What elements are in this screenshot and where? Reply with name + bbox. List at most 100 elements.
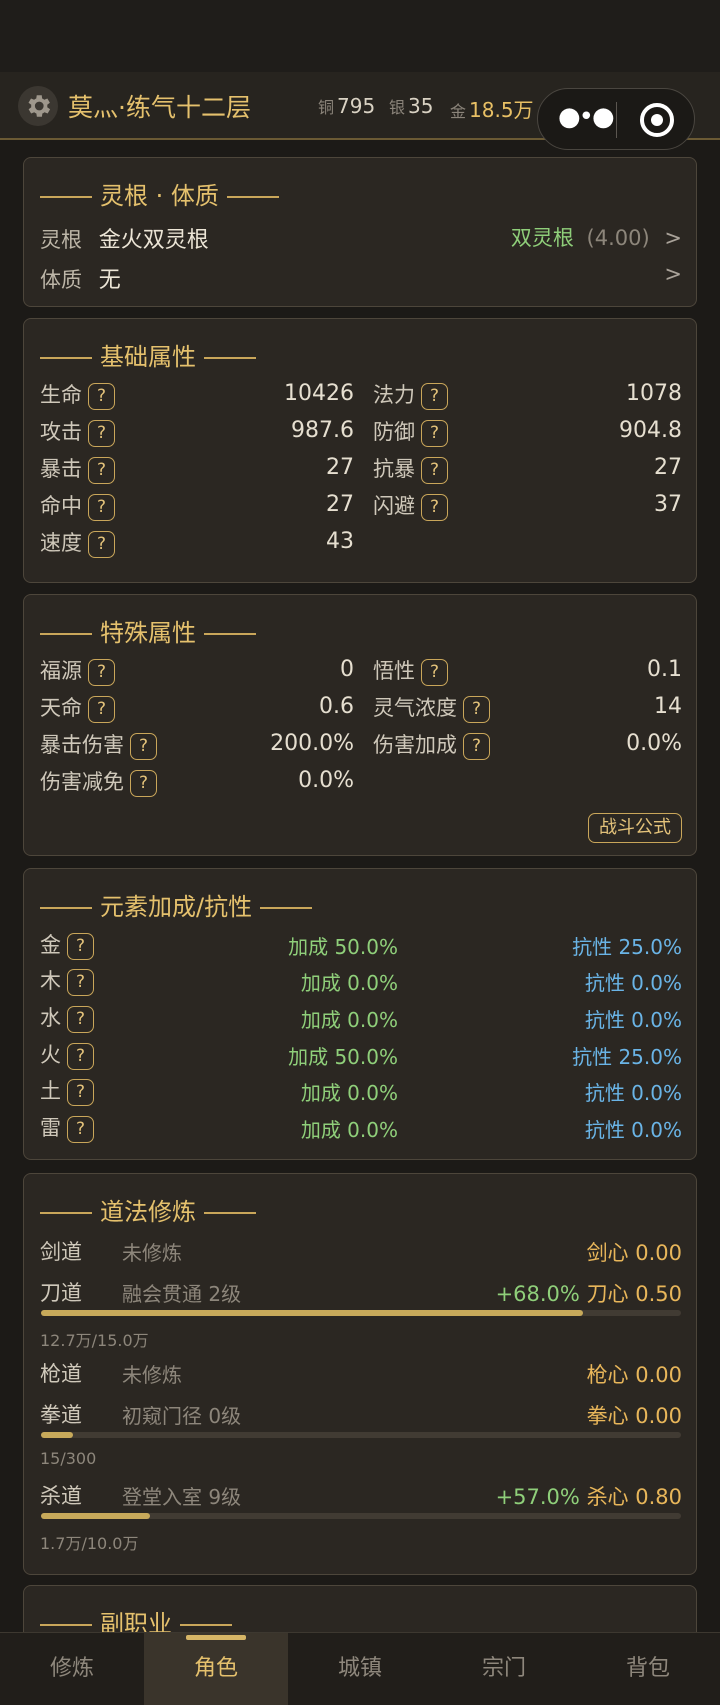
stat-value: 200.0% — [270, 731, 354, 756]
stat-value: 1078 — [626, 381, 682, 406]
dao-heart: +68.0% 刀心 0.50 — [495, 1282, 682, 1306]
root-row[interactable]: 灵根 金火双灵根 — [40, 222, 209, 254]
dao-sword: 剑道 — [40, 1240, 82, 1264]
stat-value: 27 — [326, 492, 354, 517]
stat-fortune: 福源? — [40, 655, 115, 686]
dao-heart: 枪心 0.00 — [586, 1363, 682, 1387]
root-grade[interactable]: 双灵根 (4.00) > — [511, 222, 682, 252]
help-icon[interactable]: ? — [88, 658, 115, 686]
element-resist: 抗性 25.0% — [572, 935, 682, 959]
stat-value: 37 — [654, 492, 682, 517]
help-icon[interactable]: ? — [88, 493, 115, 521]
help-icon[interactable]: ? — [67, 968, 94, 996]
battle-formula-button[interactable]: 战斗公式 — [588, 813, 682, 843]
element-resist: 抗性 0.0% — [584, 971, 682, 995]
special-attributes-card: 特殊属性 福源? 0 悟性? 0.1 天命? 0.6 灵气浓度? 14 暴击伤害… — [23, 594, 697, 856]
stat-mp: 法力? — [373, 379, 448, 410]
stat-crit-resist: 抗暴? — [373, 453, 448, 484]
stat-speed: 速度? — [40, 527, 115, 558]
help-icon[interactable]: ? — [88, 456, 115, 484]
dao-blade: 刀道 — [40, 1281, 82, 1305]
dao-level: 初窥门径 0级 — [122, 1404, 242, 1428]
help-icon[interactable]: ? — [130, 769, 157, 797]
stat-value: 43 — [326, 529, 354, 554]
stat-value: 10426 — [284, 381, 354, 406]
gear-icon[interactable] — [18, 86, 58, 126]
constitution-row[interactable]: 体质 无 — [40, 262, 121, 294]
tab-cultivate[interactable]: 修炼 — [0, 1633, 144, 1705]
help-icon[interactable]: ? — [421, 419, 448, 447]
stat-damage-bonus: 伤害加成? — [373, 729, 490, 760]
progress-text: 15/300 — [40, 1449, 97, 1468]
help-icon[interactable]: ? — [67, 1078, 94, 1106]
stat-damage-reduction: 伤害减免? — [40, 766, 157, 797]
dao-level: 未修炼 — [122, 1241, 182, 1265]
help-icon[interactable]: ? — [130, 732, 157, 760]
element-resist: 抗性 25.0% — [572, 1045, 682, 1069]
chevron-right-icon: > — [664, 226, 682, 250]
element-resist: 抗性 0.0% — [584, 1118, 682, 1142]
help-icon[interactable]: ? — [88, 382, 115, 410]
capsule-divider — [616, 102, 617, 138]
element-metal: 金? — [40, 929, 94, 960]
element-thunder: 雷? — [40, 1112, 94, 1143]
stat-dodge: 闪避? — [373, 490, 448, 521]
miniprogram-capsule: ●•● — [537, 88, 695, 150]
help-icon[interactable]: ? — [421, 382, 448, 410]
element-bonus: 加成 0.0% — [300, 971, 398, 995]
dao-heart: 拳心 0.00 — [586, 1404, 682, 1428]
dao-cultivation-card: 道法修炼 剑道 未修炼 剑心 0.00 刀道 融会贯通 2级 +68.0% 刀心… — [23, 1173, 697, 1575]
help-icon[interactable]: ? — [67, 1115, 94, 1143]
element-bonus: 加成 0.0% — [300, 1008, 398, 1032]
stat-defense: 防御? — [373, 416, 448, 447]
help-icon[interactable]: ? — [67, 932, 94, 960]
help-icon[interactable]: ? — [88, 695, 115, 723]
stat-hp: 生命? — [40, 379, 115, 410]
close-circle-icon[interactable] — [640, 103, 674, 137]
element-bonus: 加成 0.0% — [300, 1081, 398, 1105]
currency-copper: 铜 795 — [318, 94, 376, 118]
help-icon[interactable]: ? — [463, 732, 490, 760]
card-title: 特殊属性 — [40, 613, 264, 648]
element-resist: 抗性 0.0% — [584, 1008, 682, 1032]
tab-bag[interactable]: 背包 — [576, 1633, 720, 1705]
stat-value: 0.1 — [647, 657, 682, 682]
stat-crit-damage: 暴击伤害? — [40, 729, 157, 760]
card-title: 道法修炼 — [40, 1192, 264, 1227]
help-icon[interactable]: ? — [88, 530, 115, 558]
help-icon[interactable]: ? — [88, 419, 115, 447]
more-icon[interactable]: ●•● — [558, 103, 615, 131]
card-title: 灵根 · 体质 — [40, 176, 287, 211]
tab-character[interactable]: 角色 — [144, 1633, 288, 1705]
chevron-right-icon[interactable]: > — [664, 262, 682, 286]
stat-value: 0 — [340, 657, 354, 682]
stat-value: 987.6 — [291, 418, 354, 443]
help-icon[interactable]: ? — [421, 493, 448, 521]
element-bonus: 加成 50.0% — [288, 935, 398, 959]
element-water: 水? — [40, 1002, 94, 1033]
help-icon[interactable]: ? — [67, 1042, 94, 1070]
dao-spear: 枪道 — [40, 1362, 82, 1386]
help-icon[interactable]: ? — [463, 695, 490, 723]
help-icon[interactable]: ? — [421, 456, 448, 484]
dao-fist: 拳道 — [40, 1403, 82, 1427]
element-card: 元素加成/抗性 金? 加成 50.0% 抗性 25.0% 木? 加成 0.0% … — [23, 868, 697, 1160]
tab-town[interactable]: 城镇 — [288, 1633, 432, 1705]
progress-bar — [41, 1432, 681, 1438]
progress-bar — [41, 1310, 681, 1316]
help-icon[interactable]: ? — [67, 1005, 94, 1033]
stat-destiny: 天命? — [40, 692, 115, 723]
progress-text: 1.7万/10.0万 — [40, 1534, 139, 1553]
stat-attack: 攻击? — [40, 416, 115, 447]
tab-sect[interactable]: 宗门 — [432, 1633, 576, 1705]
stat-comprehension: 悟性? — [373, 655, 448, 686]
stat-value: 904.8 — [619, 418, 682, 443]
character-title: 莫灬·练气十二层 — [68, 93, 251, 122]
element-earth: 土? — [40, 1075, 94, 1106]
stat-hit: 命中? — [40, 490, 115, 521]
help-icon[interactable]: ? — [421, 658, 448, 686]
root-constitution-card: 灵根 · 体质 灵根 金火双灵根 双灵根 (4.00) > 体质 无 > — [23, 157, 697, 307]
dao-heart: +57.0% 杀心 0.80 — [495, 1485, 682, 1509]
basic-attributes-card: 基础属性 生命? 10426 法力? 1078 攻击? 987.6 防御? 90… — [23, 318, 697, 583]
stat-crit: 暴击? — [40, 453, 115, 484]
